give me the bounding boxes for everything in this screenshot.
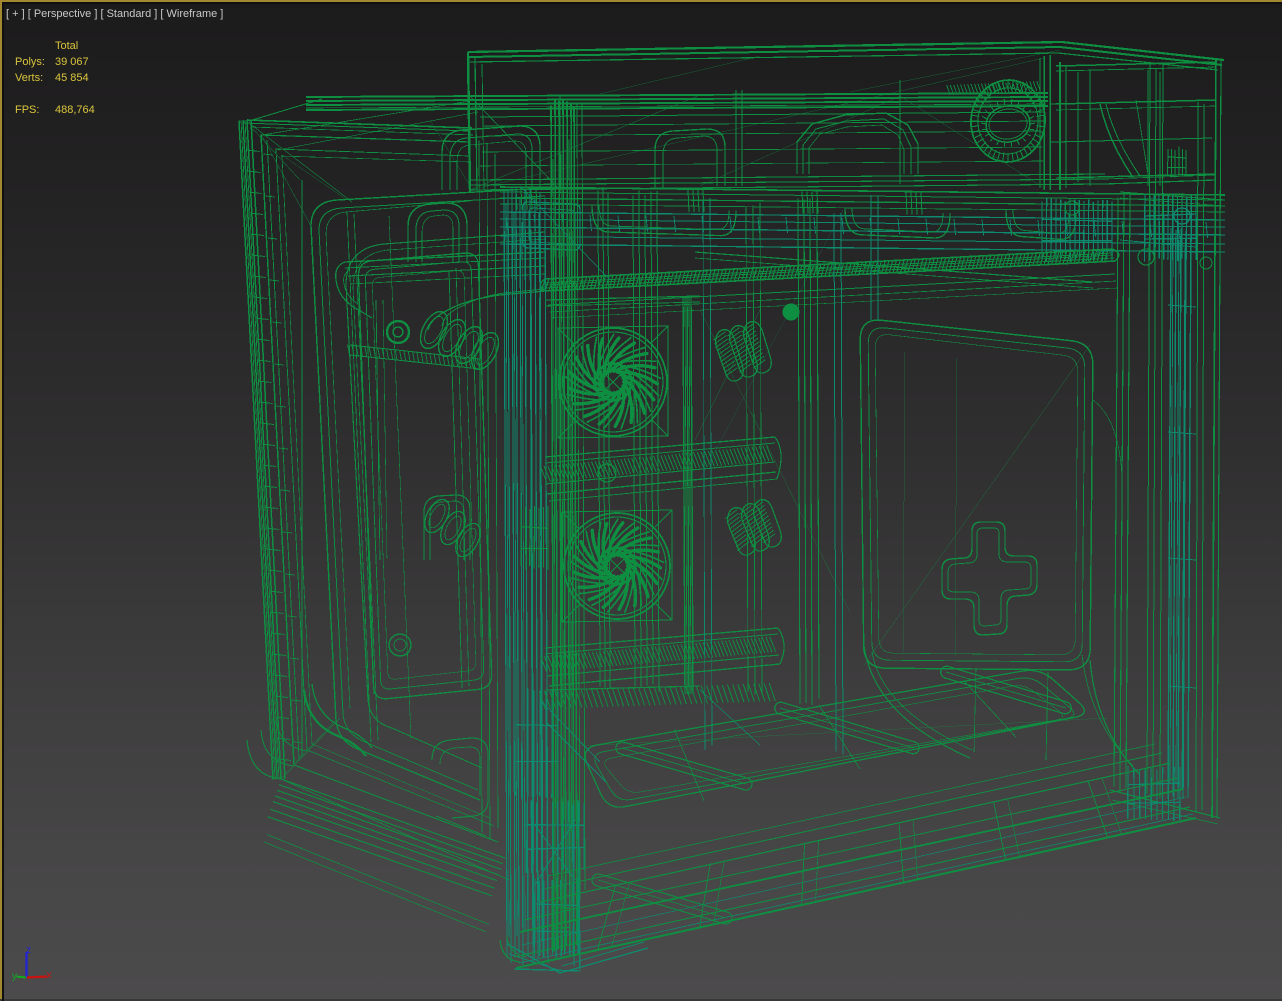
svg-text:x: x: [47, 970, 52, 981]
svg-text:y: y: [12, 971, 17, 982]
svg-text:z: z: [26, 945, 31, 956]
